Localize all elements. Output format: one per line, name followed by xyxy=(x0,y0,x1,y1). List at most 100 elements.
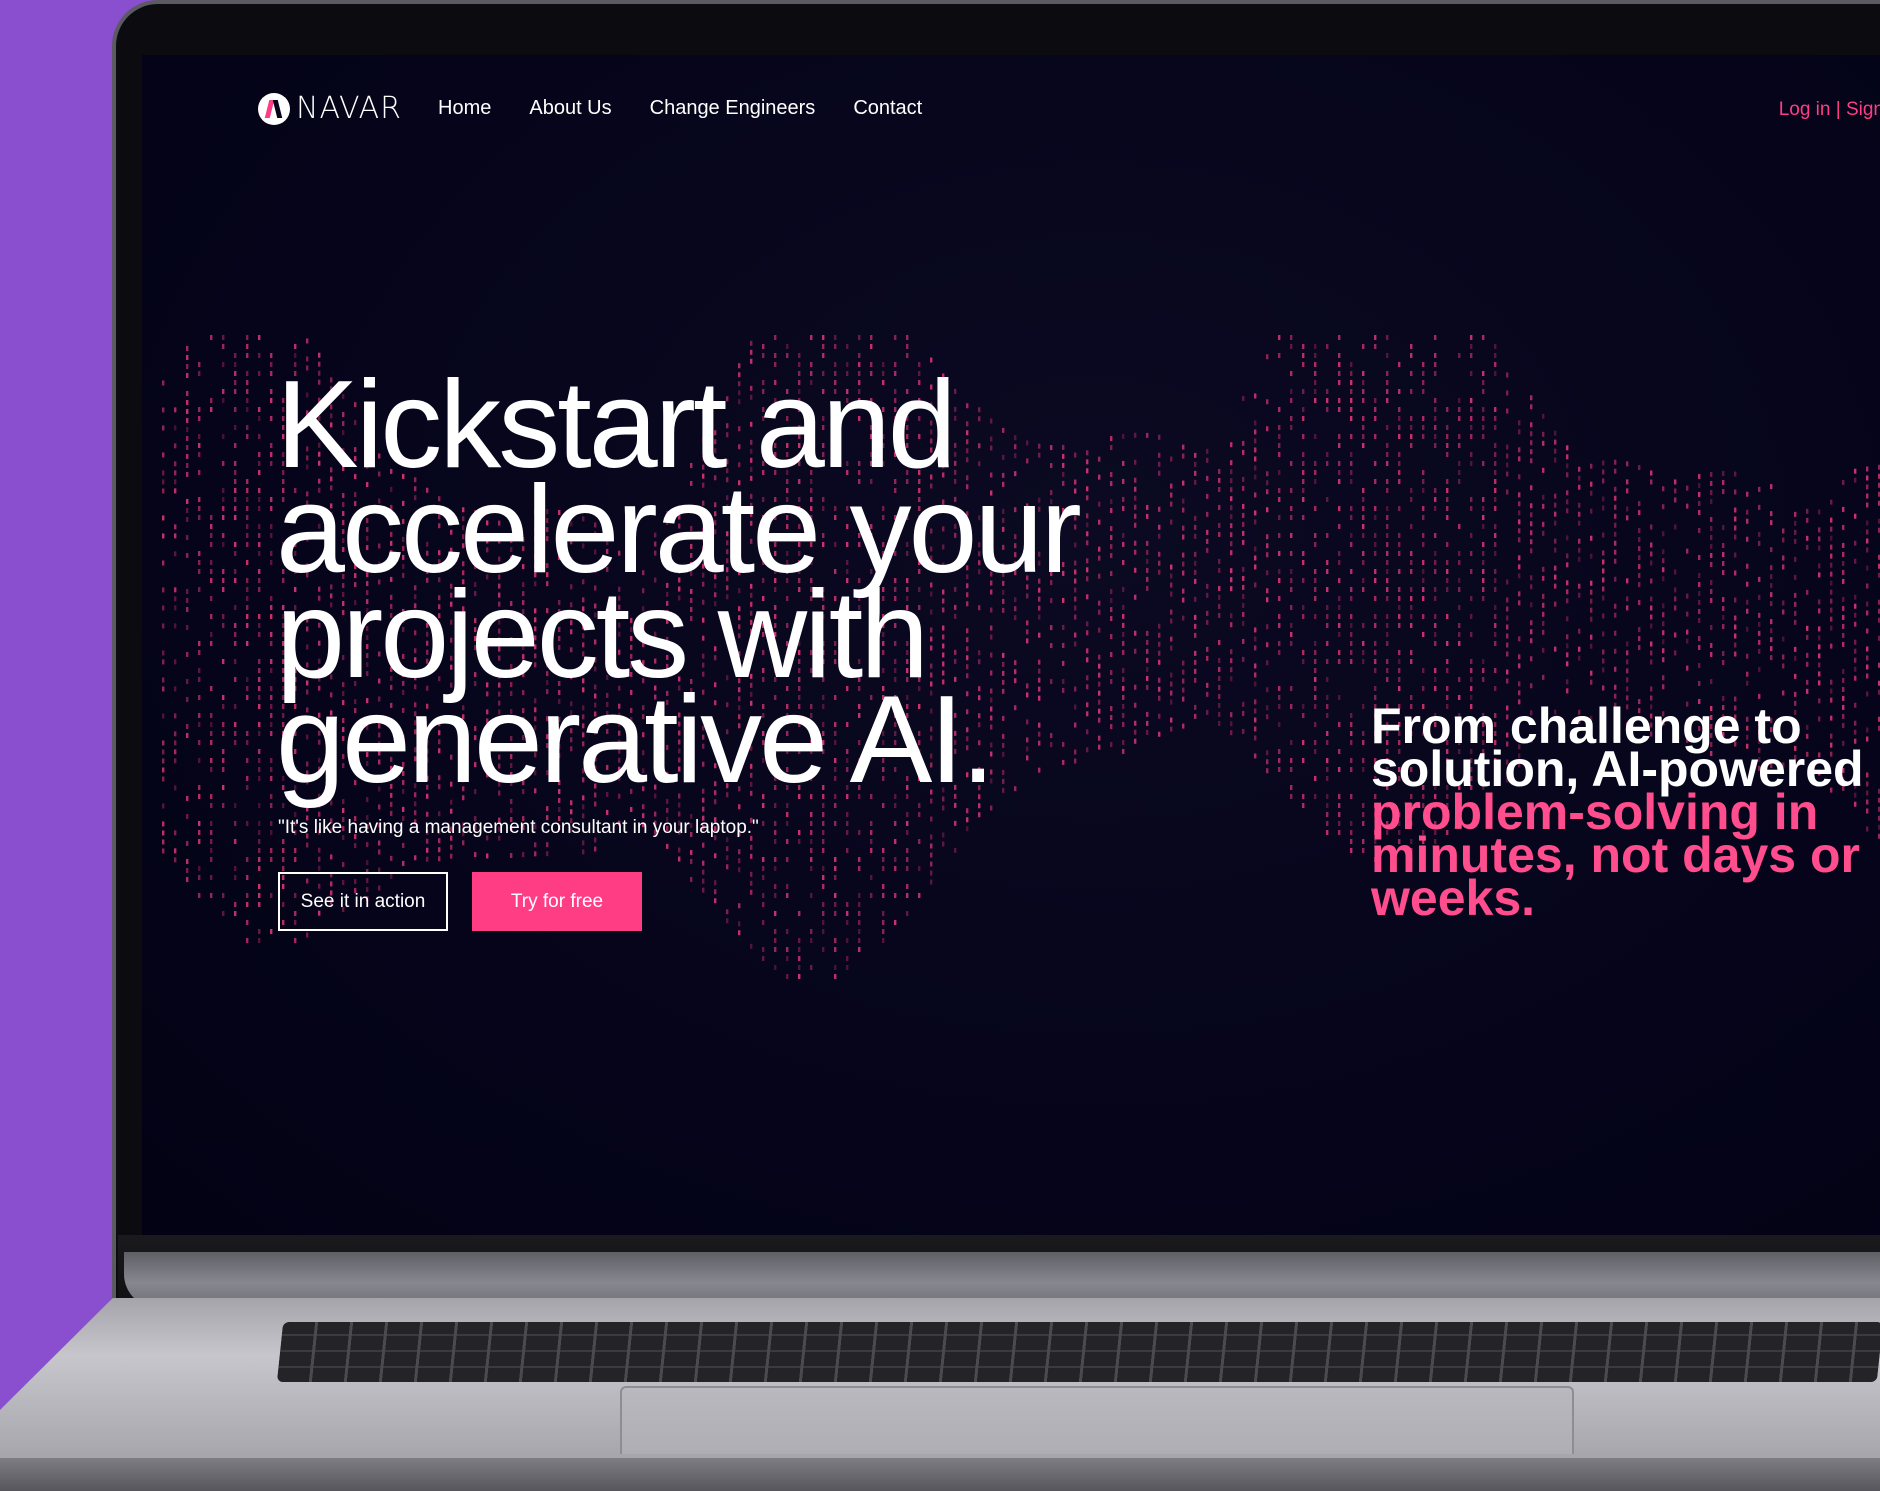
wave-dot xyxy=(1350,515,1353,520)
wave-dot xyxy=(1602,496,1605,502)
wave-dot xyxy=(1698,680,1701,686)
wave-dot xyxy=(858,938,861,943)
wave-dot xyxy=(1254,465,1257,471)
nav-link-change-engineers[interactable]: Change Engineers xyxy=(650,97,816,120)
wave-dot xyxy=(186,597,189,603)
wave-dot xyxy=(210,830,213,835)
wave-dot xyxy=(246,776,249,781)
wave-dot xyxy=(198,416,201,421)
wave-dot xyxy=(1794,538,1797,544)
wave-dot xyxy=(1674,650,1677,656)
wave-dot xyxy=(1242,611,1245,617)
wave-dot xyxy=(1350,479,1353,484)
wave-dot xyxy=(234,821,237,826)
wave-dot xyxy=(222,335,225,340)
wave-dot xyxy=(210,803,213,808)
wave-dot xyxy=(1530,512,1533,518)
wave-dot xyxy=(1530,548,1533,554)
wave-dot xyxy=(1650,641,1653,647)
try-for-free-button[interactable]: Try for free xyxy=(472,872,642,931)
wave-dot xyxy=(1614,522,1617,528)
logo[interactable]: NAVAR xyxy=(258,91,402,126)
wave-dot xyxy=(1410,560,1413,565)
wave-dot xyxy=(1182,444,1185,450)
wave-dot xyxy=(1866,664,1869,670)
wave-dot xyxy=(1854,558,1857,564)
wave-dot xyxy=(1662,621,1665,627)
wave-dot xyxy=(1638,627,1641,633)
nav-link-about-us[interactable]: About Us xyxy=(529,97,611,120)
wave-dot xyxy=(210,569,213,574)
wave-dot xyxy=(1746,671,1749,677)
wave-dot xyxy=(846,848,849,853)
wave-dot xyxy=(522,852,525,858)
wave-dot xyxy=(1638,528,1641,534)
wave-dot xyxy=(1302,389,1305,394)
wave-dot xyxy=(1362,767,1365,772)
wave-dot xyxy=(1278,704,1281,709)
wave-dot xyxy=(1446,614,1449,619)
wave-dot xyxy=(1746,509,1749,515)
wave-dot xyxy=(246,434,249,439)
wave-dot xyxy=(1314,380,1317,385)
wave-dot xyxy=(1422,560,1425,565)
wave-dot xyxy=(1662,603,1665,609)
wave-dot xyxy=(186,795,189,801)
wave-dot xyxy=(1662,576,1665,582)
wave-dot xyxy=(1374,461,1377,466)
wave-dot xyxy=(414,810,417,816)
wave-dot xyxy=(318,811,321,817)
nav-link-contact[interactable]: Contact xyxy=(853,97,922,120)
wave-dot xyxy=(1506,444,1509,450)
wave-dot xyxy=(834,911,837,916)
wave-dot xyxy=(930,852,933,858)
tagline-pink-part: problem-solving in minutes, not days or … xyxy=(1371,784,1860,926)
wave-dot xyxy=(246,560,249,565)
wave-dot xyxy=(1422,479,1425,484)
wave-dot xyxy=(198,470,201,475)
login-signup-link[interactable]: Log in | Sign xyxy=(1779,99,1880,121)
wave-dot xyxy=(1506,642,1509,648)
wave-dot xyxy=(1830,697,1833,703)
wave-dot xyxy=(786,893,789,898)
wave-dot xyxy=(1542,575,1545,581)
laptop-base-edge xyxy=(0,1458,1880,1491)
wave-dot xyxy=(1254,681,1257,687)
wave-dot xyxy=(1482,551,1485,556)
wave-dot xyxy=(1266,552,1269,558)
wave-dot xyxy=(1722,606,1725,612)
wave-dot xyxy=(1398,479,1401,484)
wave-dot xyxy=(534,842,537,848)
wave-dot xyxy=(174,758,177,764)
wave-dot xyxy=(258,497,261,502)
wave-dot xyxy=(1746,491,1749,497)
wave-dot xyxy=(1602,559,1605,565)
nav-link-home[interactable]: Home xyxy=(438,97,491,120)
wave-dot xyxy=(858,911,861,916)
wave-dot xyxy=(1242,566,1245,572)
wave-dot xyxy=(1830,616,1833,622)
wave-dot xyxy=(810,830,813,835)
wave-dot xyxy=(1182,615,1185,621)
wave-dot xyxy=(486,853,489,859)
wave-dot xyxy=(1278,749,1281,754)
see-it-in-action-button[interactable]: See it in action xyxy=(278,872,448,931)
wave-dot xyxy=(1302,344,1305,349)
wave-dot xyxy=(1578,592,1581,598)
wave-dot xyxy=(1338,461,1341,466)
wave-dot xyxy=(1194,614,1197,620)
wave-dot xyxy=(1410,389,1413,394)
wave-dot xyxy=(1290,569,1293,574)
wave-dot xyxy=(918,812,921,817)
wave-dot xyxy=(1518,600,1521,606)
wave-dot xyxy=(1194,677,1197,683)
wave-dot xyxy=(1278,686,1281,691)
wave-dot xyxy=(1662,648,1665,654)
wave-dot xyxy=(1470,335,1473,340)
wave-dot xyxy=(258,335,261,340)
wave-dot xyxy=(198,497,201,502)
wave-dot xyxy=(234,506,237,511)
wave-dot xyxy=(1614,486,1617,492)
wave-dot xyxy=(1698,527,1701,533)
wave-dot xyxy=(1362,344,1365,349)
